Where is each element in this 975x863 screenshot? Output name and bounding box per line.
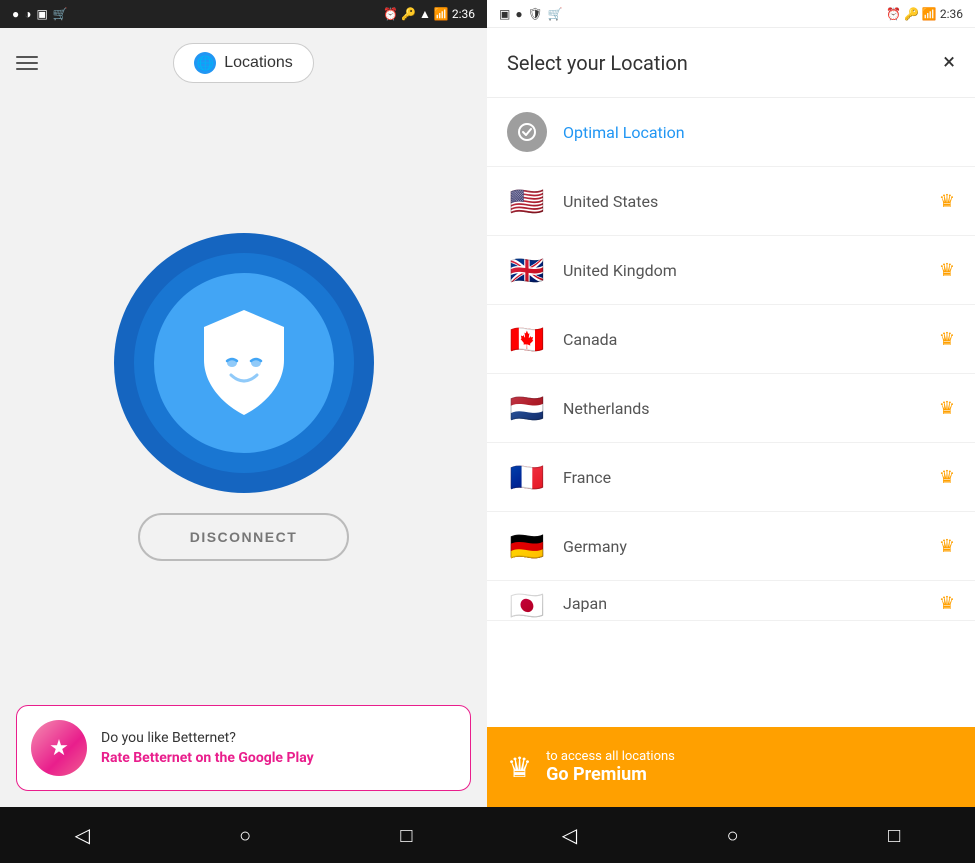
image2-icon: ▣ bbox=[499, 7, 510, 21]
left-status-right-icons: ⏰ 🔑 ▲ 📶 2:36 bbox=[383, 7, 475, 21]
ca-location-name: Canada bbox=[563, 330, 923, 349]
location-item-us[interactable]: 🇺🇸 United States ♛ bbox=[487, 167, 975, 236]
cart2-icon: 🛒 bbox=[548, 7, 563, 21]
promo-title: Do you like Betternet? bbox=[101, 730, 314, 746]
select-location-title: Select your Location bbox=[507, 51, 688, 75]
right-back-nav-button[interactable]: ◁ bbox=[554, 815, 585, 855]
locations-button[interactable]: 🌐 Locations bbox=[173, 43, 314, 83]
circle-icon: ● bbox=[12, 7, 19, 21]
ca-flag-icon: 🇨🇦 bbox=[507, 319, 547, 359]
signal2-icon: 📶 bbox=[922, 7, 937, 21]
uk-location-name: United Kingdom bbox=[563, 261, 923, 280]
hamburger-line-1 bbox=[16, 56, 38, 58]
location-list: Optimal Location 🇺🇸 United States ♛ 🇬🇧 U… bbox=[487, 98, 975, 727]
back-nav-button[interactable]: ◁ bbox=[67, 815, 98, 855]
left-status-left-icons: ● ◑ ▣ 🛒 bbox=[12, 7, 68, 21]
half-circle-icon: ◑ bbox=[24, 7, 31, 21]
hamburger-line-2 bbox=[16, 62, 38, 64]
right-bottom-nav: ◁ ○ □ bbox=[487, 807, 975, 863]
promo-banner[interactable]: ★ Do you like Betternet? Rate Betternet … bbox=[16, 705, 471, 791]
right-recents-nav-button[interactable]: □ bbox=[880, 815, 908, 856]
ca-premium-icon: ♛ bbox=[939, 329, 955, 350]
disconnect-button[interactable]: DISCONNECT bbox=[138, 513, 350, 561]
de-flag-icon: 🇩🇪 bbox=[507, 526, 547, 566]
circle2-icon: ● bbox=[515, 7, 522, 21]
location-item-uk[interactable]: 🇬🇧 United Kingdom ♛ bbox=[487, 236, 975, 305]
us-premium-icon: ♛ bbox=[939, 191, 955, 212]
premium-main-text: Go Premium bbox=[546, 764, 675, 785]
left-status-bar: ● ◑ ▣ 🛒 ⏰ 🔑 ▲ 📶 2:36 bbox=[0, 0, 487, 28]
shield-icon bbox=[194, 305, 294, 420]
home-nav-button[interactable]: ○ bbox=[231, 815, 259, 856]
location-item-jp[interactable]: 🇯🇵 Japan ♛ bbox=[487, 581, 975, 621]
promo-icon: ★ bbox=[31, 720, 87, 776]
time-display: 2:36 bbox=[452, 7, 475, 21]
hamburger-menu[interactable] bbox=[16, 56, 38, 70]
fr-flag-icon: 🇫🇷 bbox=[507, 457, 547, 497]
promo-link[interactable]: Rate Betternet on the Google Play bbox=[101, 750, 314, 766]
vpn-inner-circle bbox=[154, 273, 334, 453]
optimal-icon bbox=[507, 112, 547, 152]
close-button[interactable]: × bbox=[943, 52, 955, 74]
premium-text: to access all locations Go Premium bbox=[546, 749, 675, 785]
left-panel: ● ◑ ▣ 🛒 ⏰ 🔑 ▲ 📶 2:36 🌐 Locations bbox=[0, 0, 487, 863]
uk-premium-icon: ♛ bbox=[939, 260, 955, 281]
vpn-mid-circle bbox=[134, 253, 354, 473]
time2-display: 2:36 bbox=[940, 7, 963, 21]
cart-icon: 🛒 bbox=[53, 7, 68, 21]
left-bottom-nav: ◁ ○ □ bbox=[0, 807, 487, 863]
premium-banner[interactable]: ♛ to access all locations Go Premium bbox=[487, 727, 975, 807]
nl-premium-icon: ♛ bbox=[939, 398, 955, 419]
recents-nav-button[interactable]: □ bbox=[392, 815, 420, 856]
right-status-left-icons: ▣ ● 🛡 🛒 bbox=[499, 7, 563, 21]
key-icon: 🔑 bbox=[401, 7, 416, 21]
vpn-outer-circle bbox=[114, 233, 374, 493]
right-panel: ▣ ● 🛡 🛒 ⏰ 🔑 📶 2:36 Select your Location … bbox=[487, 0, 975, 863]
vpn-main: DISCONNECT bbox=[0, 98, 487, 695]
nl-flag-icon: 🇳🇱 bbox=[507, 388, 547, 428]
right-status-right-icons: ⏰ 🔑 📶 2:36 bbox=[886, 7, 963, 21]
de-premium-icon: ♛ bbox=[939, 536, 955, 557]
optimal-location-name: Optimal Location bbox=[563, 123, 685, 142]
promo-text: Do you like Betternet? Rate Betternet on… bbox=[101, 730, 314, 766]
location-item-optimal[interactable]: Optimal Location bbox=[487, 98, 975, 167]
premium-sub-text: to access all locations bbox=[546, 749, 675, 764]
image-icon: ▣ bbox=[37, 7, 48, 21]
us-flag-icon: 🇺🇸 bbox=[507, 181, 547, 221]
location-item-nl[interactable]: 🇳🇱 Netherlands ♛ bbox=[487, 374, 975, 443]
premium-crown-icon: ♛ bbox=[507, 751, 532, 784]
jp-location-name: Japan bbox=[563, 594, 923, 613]
de-location-name: Germany bbox=[563, 537, 923, 556]
nl-location-name: Netherlands bbox=[563, 399, 923, 418]
location-item-de[interactable]: 🇩🇪 Germany ♛ bbox=[487, 512, 975, 581]
jp-premium-icon: ♛ bbox=[939, 593, 955, 614]
location-item-ca[interactable]: 🇨🇦 Canada ♛ bbox=[487, 305, 975, 374]
location-item-fr[interactable]: 🇫🇷 France ♛ bbox=[487, 443, 975, 512]
wifi-icon: ▲ bbox=[419, 7, 431, 21]
locations-label: Locations bbox=[224, 54, 293, 72]
star-icon: ★ bbox=[49, 736, 69, 761]
jp-flag-icon: 🇯🇵 bbox=[507, 586, 547, 622]
alarm-icon: ⏰ bbox=[383, 7, 398, 21]
fr-premium-icon: ♛ bbox=[939, 467, 955, 488]
fr-location-name: France bbox=[563, 468, 923, 487]
right-header: Select your Location × bbox=[487, 28, 975, 98]
us-location-name: United States bbox=[563, 192, 923, 211]
right-home-nav-button[interactable]: ○ bbox=[719, 815, 747, 856]
key2-icon: 🔑 bbox=[904, 7, 919, 21]
hamburger-line-3 bbox=[16, 68, 38, 70]
shield2-icon: 🛡 bbox=[528, 7, 543, 21]
left-header: 🌐 Locations bbox=[0, 28, 487, 98]
alarm2-icon: ⏰ bbox=[886, 7, 901, 21]
signal-icon: 📶 bbox=[434, 7, 449, 21]
uk-flag-icon: 🇬🇧 bbox=[507, 250, 547, 290]
globe-icon: 🌐 bbox=[194, 52, 216, 74]
right-status-bar: ▣ ● 🛡 🛒 ⏰ 🔑 📶 2:36 bbox=[487, 0, 975, 28]
